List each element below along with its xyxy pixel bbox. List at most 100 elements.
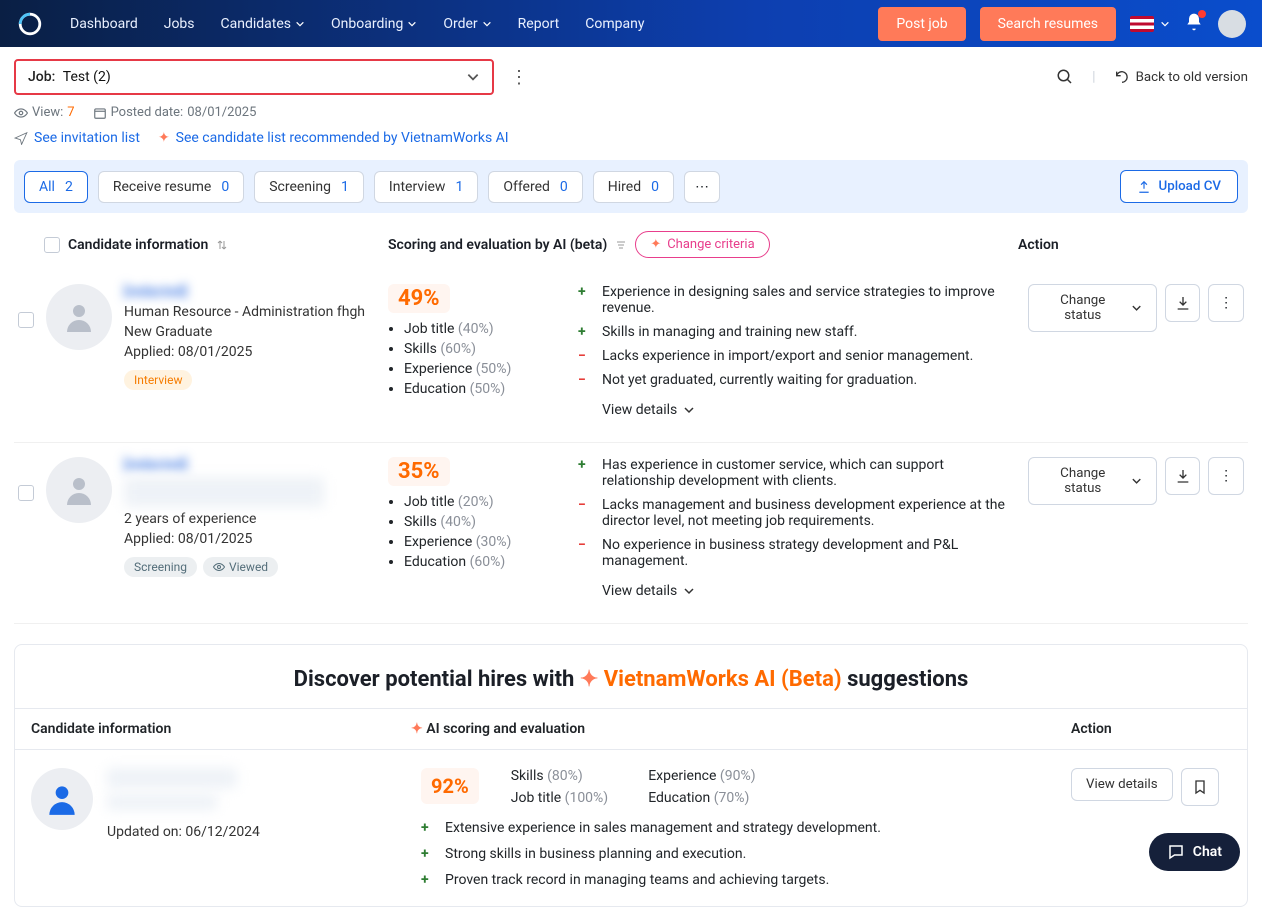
score-breakdown: Job title (40%) Skills (60%) Experience … bbox=[404, 321, 568, 397]
plus-icon: + bbox=[421, 820, 435, 836]
plus-icon: + bbox=[578, 324, 592, 340]
tab-count: 0 bbox=[221, 179, 229, 195]
download-button[interactable] bbox=[1165, 284, 1201, 322]
plus-icon: + bbox=[421, 872, 435, 888]
tabs-more[interactable]: ⋯ bbox=[684, 171, 720, 203]
breakdown-key: Education bbox=[404, 381, 466, 397]
sparkle-icon: ✦ bbox=[650, 237, 661, 252]
notifications-button[interactable] bbox=[1184, 12, 1204, 36]
post-job-button[interactable]: Post job bbox=[878, 7, 965, 41]
top-navbar: Dashboard Jobs Candidates Onboarding Ord… bbox=[0, 0, 1262, 47]
eval-positive: Extensive experience in sales management… bbox=[445, 820, 881, 836]
eval-positive: Proven track record in managing teams an… bbox=[445, 872, 829, 888]
calendar-icon bbox=[93, 106, 107, 120]
breakdown-pct: (50%) bbox=[470, 381, 506, 397]
plus-icon: + bbox=[421, 846, 435, 862]
chat-label: Chat bbox=[1193, 844, 1222, 860]
nav-order[interactable]: Order bbox=[433, 8, 501, 40]
job-selector[interactable]: Job: Test (2) bbox=[14, 59, 494, 95]
download-button[interactable] bbox=[1165, 457, 1201, 495]
tab-receive[interactable]: Receive resume0 bbox=[98, 171, 244, 203]
row-checkbox[interactable] bbox=[18, 485, 34, 501]
tab-count: 2 bbox=[65, 179, 73, 195]
applied-label: Applied: bbox=[124, 531, 174, 547]
change-criteria-button[interactable]: ✦Change criteria bbox=[635, 231, 769, 258]
bookmark-icon bbox=[1192, 779, 1208, 795]
candidate-name[interactable]: [redacted] bbox=[124, 284, 365, 300]
tab-label: Offered bbox=[503, 179, 550, 195]
eval-negative: Not yet graduated, currently waiting for… bbox=[602, 372, 917, 388]
person-icon bbox=[61, 472, 97, 508]
user-avatar[interactable] bbox=[1218, 10, 1246, 38]
updated-label: Updated on: bbox=[107, 824, 182, 840]
upload-icon bbox=[1137, 180, 1151, 194]
search-icon bbox=[1056, 68, 1074, 86]
tab-hired[interactable]: Hired0 bbox=[593, 171, 674, 203]
breakdown-pct: (40%) bbox=[440, 514, 476, 530]
breakdown-pct: (20%) bbox=[458, 494, 494, 510]
tab-label: Interview bbox=[389, 179, 446, 195]
job-label: Job: bbox=[28, 69, 55, 85]
back-to-old-version[interactable]: Back to old version bbox=[1114, 69, 1248, 85]
nav-dashboard[interactable]: Dashboard bbox=[60, 8, 148, 40]
change-status-button[interactable]: Change status bbox=[1028, 457, 1157, 505]
nav-onboarding[interactable]: Onboarding bbox=[321, 8, 427, 40]
tab-label: Hired bbox=[608, 179, 641, 195]
chevron-down-icon bbox=[482, 19, 492, 29]
tab-screening[interactable]: Screening1 bbox=[254, 171, 364, 203]
posted-value: 08/01/2025 bbox=[187, 105, 256, 120]
ai-recommend-link[interactable]: ✦See candidate list recommended by Vietn… bbox=[158, 130, 509, 146]
disc-col-action: Action bbox=[1071, 721, 1231, 737]
candidate-experience: New Graduate bbox=[124, 324, 365, 340]
view-details-toggle[interactable]: View details bbox=[578, 583, 1018, 599]
tab-count: 0 bbox=[560, 179, 568, 195]
select-all-checkbox[interactable] bbox=[44, 237, 60, 253]
invitation-list-link[interactable]: See invitation list bbox=[14, 130, 140, 146]
search-resumes-button[interactable]: Search resumes bbox=[980, 7, 1116, 41]
row-checkbox[interactable] bbox=[18, 312, 34, 328]
row-more-menu[interactable]: ⋮ bbox=[1208, 284, 1244, 322]
change-status-button[interactable]: Change status bbox=[1028, 284, 1157, 332]
view-details-toggle[interactable]: View details bbox=[578, 402, 1018, 418]
breakdown-key: Experience bbox=[404, 534, 472, 550]
nav-order-label: Order bbox=[443, 16, 477, 32]
redacted-block bbox=[124, 477, 324, 507]
candidate-name[interactable]: [redacted] bbox=[124, 457, 184, 473]
search-button[interactable] bbox=[1056, 68, 1074, 86]
nav-company[interactable]: Company bbox=[575, 8, 654, 40]
nav-report[interactable]: Report bbox=[508, 8, 570, 40]
person-icon bbox=[61, 299, 97, 335]
nav-jobs[interactable]: Jobs bbox=[154, 8, 205, 40]
upload-cv-button[interactable]: Upload CV bbox=[1120, 170, 1238, 203]
tab-all[interactable]: All2 bbox=[24, 171, 88, 203]
brand-logo bbox=[16, 10, 44, 38]
tab-interview[interactable]: Interview1 bbox=[374, 171, 478, 203]
row-more-menu[interactable]: ⋮ bbox=[1208, 457, 1244, 495]
discover-title: Discover potential hires with ✦ VietnamW… bbox=[15, 645, 1247, 708]
filter-icon[interactable] bbox=[615, 239, 627, 251]
view-details-button[interactable]: View details bbox=[1071, 768, 1173, 801]
match-score: 92% bbox=[421, 768, 479, 804]
job-more-menu[interactable]: ⋮ bbox=[504, 67, 534, 88]
chevron-down-icon bbox=[407, 19, 417, 29]
updated-value: 06/12/2024 bbox=[185, 824, 260, 840]
chat-widget[interactable]: Chat bbox=[1149, 833, 1240, 871]
breakdown-key: Education bbox=[404, 554, 466, 570]
sort-icon[interactable] bbox=[216, 239, 228, 251]
language-selector[interactable] bbox=[1130, 16, 1170, 32]
score-breakdown: Skills (80%) Experience (90%) Job title … bbox=[511, 768, 756, 806]
tab-offered[interactable]: Offered 0 bbox=[488, 171, 582, 203]
plus-icon: + bbox=[578, 457, 592, 489]
upload-label: Upload CV bbox=[1159, 179, 1221, 194]
nav-candidates[interactable]: Candidates bbox=[211, 8, 316, 40]
status-tag-viewed: Viewed bbox=[203, 557, 278, 577]
bookmark-button[interactable] bbox=[1181, 768, 1219, 806]
breakdown-key: Education bbox=[648, 790, 710, 806]
back-label: Back to old version bbox=[1136, 70, 1248, 85]
candidate-row: [redacted] 2 years of experience Applied… bbox=[14, 443, 1248, 624]
breakdown-key: Job title bbox=[404, 494, 454, 510]
evaluation-list: + Extensive experience in sales managemen… bbox=[421, 820, 1061, 888]
chevron-down-icon bbox=[466, 70, 480, 84]
evaluation-list: +Has experience in customer service, whi… bbox=[578, 457, 1018, 599]
pipeline-tabs: All2 Receive resume0 Screening1 Intervie… bbox=[14, 160, 1248, 213]
